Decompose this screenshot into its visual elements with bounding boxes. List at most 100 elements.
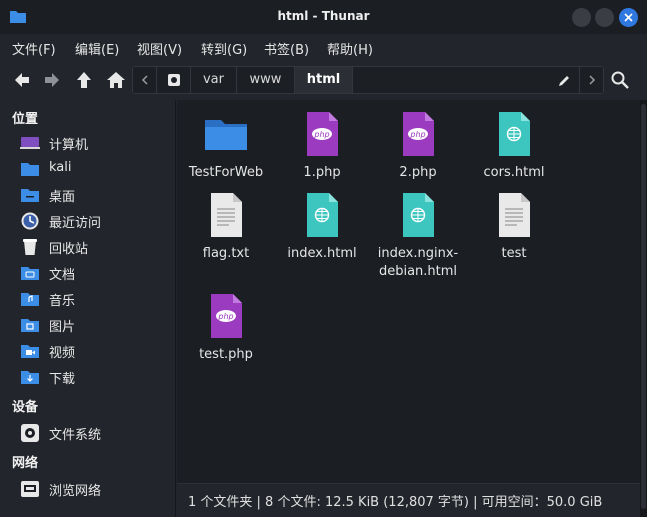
file-item-flag-txt[interactable]: flag.txt [177, 191, 275, 263]
menu-view[interactable]: 视图(V) [137, 39, 182, 58]
recent-icon [21, 212, 39, 230]
drive-icon [21, 424, 39, 442]
menu-edit[interactable]: 编辑(E) [75, 39, 119, 58]
search-icon[interactable] [610, 70, 630, 90]
path-segment-html[interactable]: html [295, 67, 353, 93]
close-button[interactable] [619, 8, 638, 27]
php-file-icon: php [211, 294, 242, 338]
desktop-folder-icon [21, 189, 39, 202]
window-title: html - Thunar [277, 9, 370, 23]
file-item-1-php[interactable]: php 1.php [273, 110, 371, 182]
edit-path-icon[interactable] [558, 74, 571, 87]
php-file-icon: php [403, 112, 434, 156]
forward-arrow-icon[interactable] [42, 70, 62, 90]
path-bar: var www html [132, 66, 604, 94]
file-item-index-html[interactable]: index.html [273, 191, 371, 263]
file-item-test-php[interactable]: php test.php [177, 292, 275, 364]
file-item-cors-html[interactable]: cors.html [465, 110, 563, 182]
sidebar-item-label: 浏览网络 [49, 484, 102, 499]
sidebar-item-music[interactable]: 音乐 [20, 287, 170, 311]
scrollbar[interactable] [640, 100, 647, 517]
file-name: test [501, 246, 527, 261]
back-arrow-icon[interactable] [12, 70, 32, 90]
sidebar-item-recent[interactable]: 最近访问 [20, 209, 170, 233]
title-bar: html - Thunar [0, 0, 647, 34]
text-file-icon [211, 193, 242, 237]
sidebar-heading-devices: 设备 [12, 400, 39, 415]
pictures-folder-icon [21, 319, 39, 332]
chevron-right-icon [588, 75, 595, 85]
path-scroll-left-button[interactable] [133, 67, 157, 93]
status-text: 1 个文件夹 | 8 个文件: 12.5 KiB (12,807 字节) | 可… [188, 495, 603, 510]
videos-folder-icon [21, 345, 39, 358]
text-file-icon [499, 193, 530, 237]
chevron-left-icon [141, 75, 148, 85]
sidebar-item-kali[interactable]: kali [20, 157, 170, 181]
html-file-icon [499, 112, 530, 156]
file-item-test[interactable]: test [465, 191, 563, 263]
documents-folder-icon [21, 267, 39, 280]
downloads-folder-icon [21, 371, 39, 384]
sidebar-item-computer[interactable]: 计算机 [20, 131, 170, 155]
file-name: test.php [199, 347, 253, 362]
menu-help[interactable]: 帮助(H) [327, 39, 373, 58]
sidebar: 位置 计算机 kali 桌面 最近访问 回收站 文档 音乐 图片 视频 下载 设… [0, 100, 176, 517]
file-name: 1.php [303, 165, 341, 180]
menu-bookmarks[interactable]: 书签(B) [264, 39, 309, 58]
maximize-button[interactable] [595, 8, 614, 27]
sidebar-item-label: 视频 [49, 346, 76, 361]
home-icon[interactable] [106, 70, 126, 90]
sidebar-item-videos[interactable]: 视频 [20, 339, 170, 363]
file-name: index.nginx- debian.html [377, 246, 459, 279]
minimize-button[interactable] [572, 8, 591, 27]
sidebar-item-desktop[interactable]: 桌面 [20, 183, 170, 207]
sidebar-item-label: 下载 [49, 372, 76, 387]
php-file-icon: php [307, 112, 338, 156]
toolbar: var www html [0, 60, 647, 100]
network-icon [21, 481, 39, 497]
folder-icon [205, 120, 247, 150]
file-name: cors.html [483, 165, 545, 180]
menu-go[interactable]: 转到(G) [201, 39, 247, 58]
sidebar-item-downloads[interactable]: 下载 [20, 365, 170, 389]
trash-icon [23, 239, 37, 255]
path-segment-www[interactable]: www [237, 67, 295, 93]
sidebar-item-label: 回收站 [49, 242, 89, 257]
sidebar-item-pictures[interactable]: 图片 [20, 313, 170, 337]
path-root-button[interactable] [157, 67, 191, 93]
file-item-2-php[interactable]: php 2.php [369, 110, 467, 182]
sidebar-heading-network: 网络 [12, 456, 39, 471]
status-bar: 1 个文件夹 | 8 个文件: 12.5 KiB (12,807 字节) | 可… [177, 483, 640, 517]
path-scroll-right-button[interactable] [579, 67, 603, 93]
file-name: TestForWeb [188, 165, 264, 180]
menu-file[interactable]: 文件(F) [12, 39, 56, 58]
path-segment-var[interactable]: var [191, 67, 237, 93]
sidebar-item-label: 图片 [49, 320, 76, 335]
svg-text:php: php [313, 130, 329, 139]
menu-bar: 文件(F) 编辑(E) 视图(V) 转到(G) 书签(B) 帮助(H) [0, 34, 647, 60]
sidebar-heading-places: 位置 [12, 112, 39, 127]
sidebar-item-label: 文档 [49, 268, 76, 283]
svg-text:php: php [217, 312, 233, 321]
up-arrow-icon[interactable] [74, 70, 94, 90]
sidebar-item-filesystem[interactable]: 文件系统 [20, 421, 170, 445]
sidebar-item-label: kali [49, 160, 72, 175]
sidebar-item-browse-network[interactable]: 浏览网络 [20, 477, 170, 501]
file-name: flag.txt [202, 246, 250, 261]
close-icon [624, 13, 633, 22]
svg-text:php: php [409, 130, 425, 139]
home-folder-icon [21, 163, 39, 176]
sidebar-item-label: 文件系统 [49, 428, 102, 443]
music-folder-icon [21, 293, 39, 306]
file-item-testforweb[interactable]: TestForWeb [177, 110, 275, 182]
sidebar-item-trash[interactable]: 回收站 [20, 235, 170, 259]
sidebar-item-label: 计算机 [49, 138, 89, 153]
scrollbar-thumb[interactable] [641, 104, 646, 509]
file-name: index.html [287, 246, 357, 261]
file-item-index-nginx-debian-html[interactable]: index.nginx- debian.html [369, 191, 467, 281]
html-file-icon [403, 193, 434, 237]
sidebar-item-documents[interactable]: 文档 [20, 261, 170, 285]
sidebar-item-label: 最近访问 [49, 216, 102, 231]
file-view: TestForWeb php 1.php php 2.php cors.html [177, 100, 640, 483]
sidebar-item-label: 桌面 [49, 190, 76, 205]
